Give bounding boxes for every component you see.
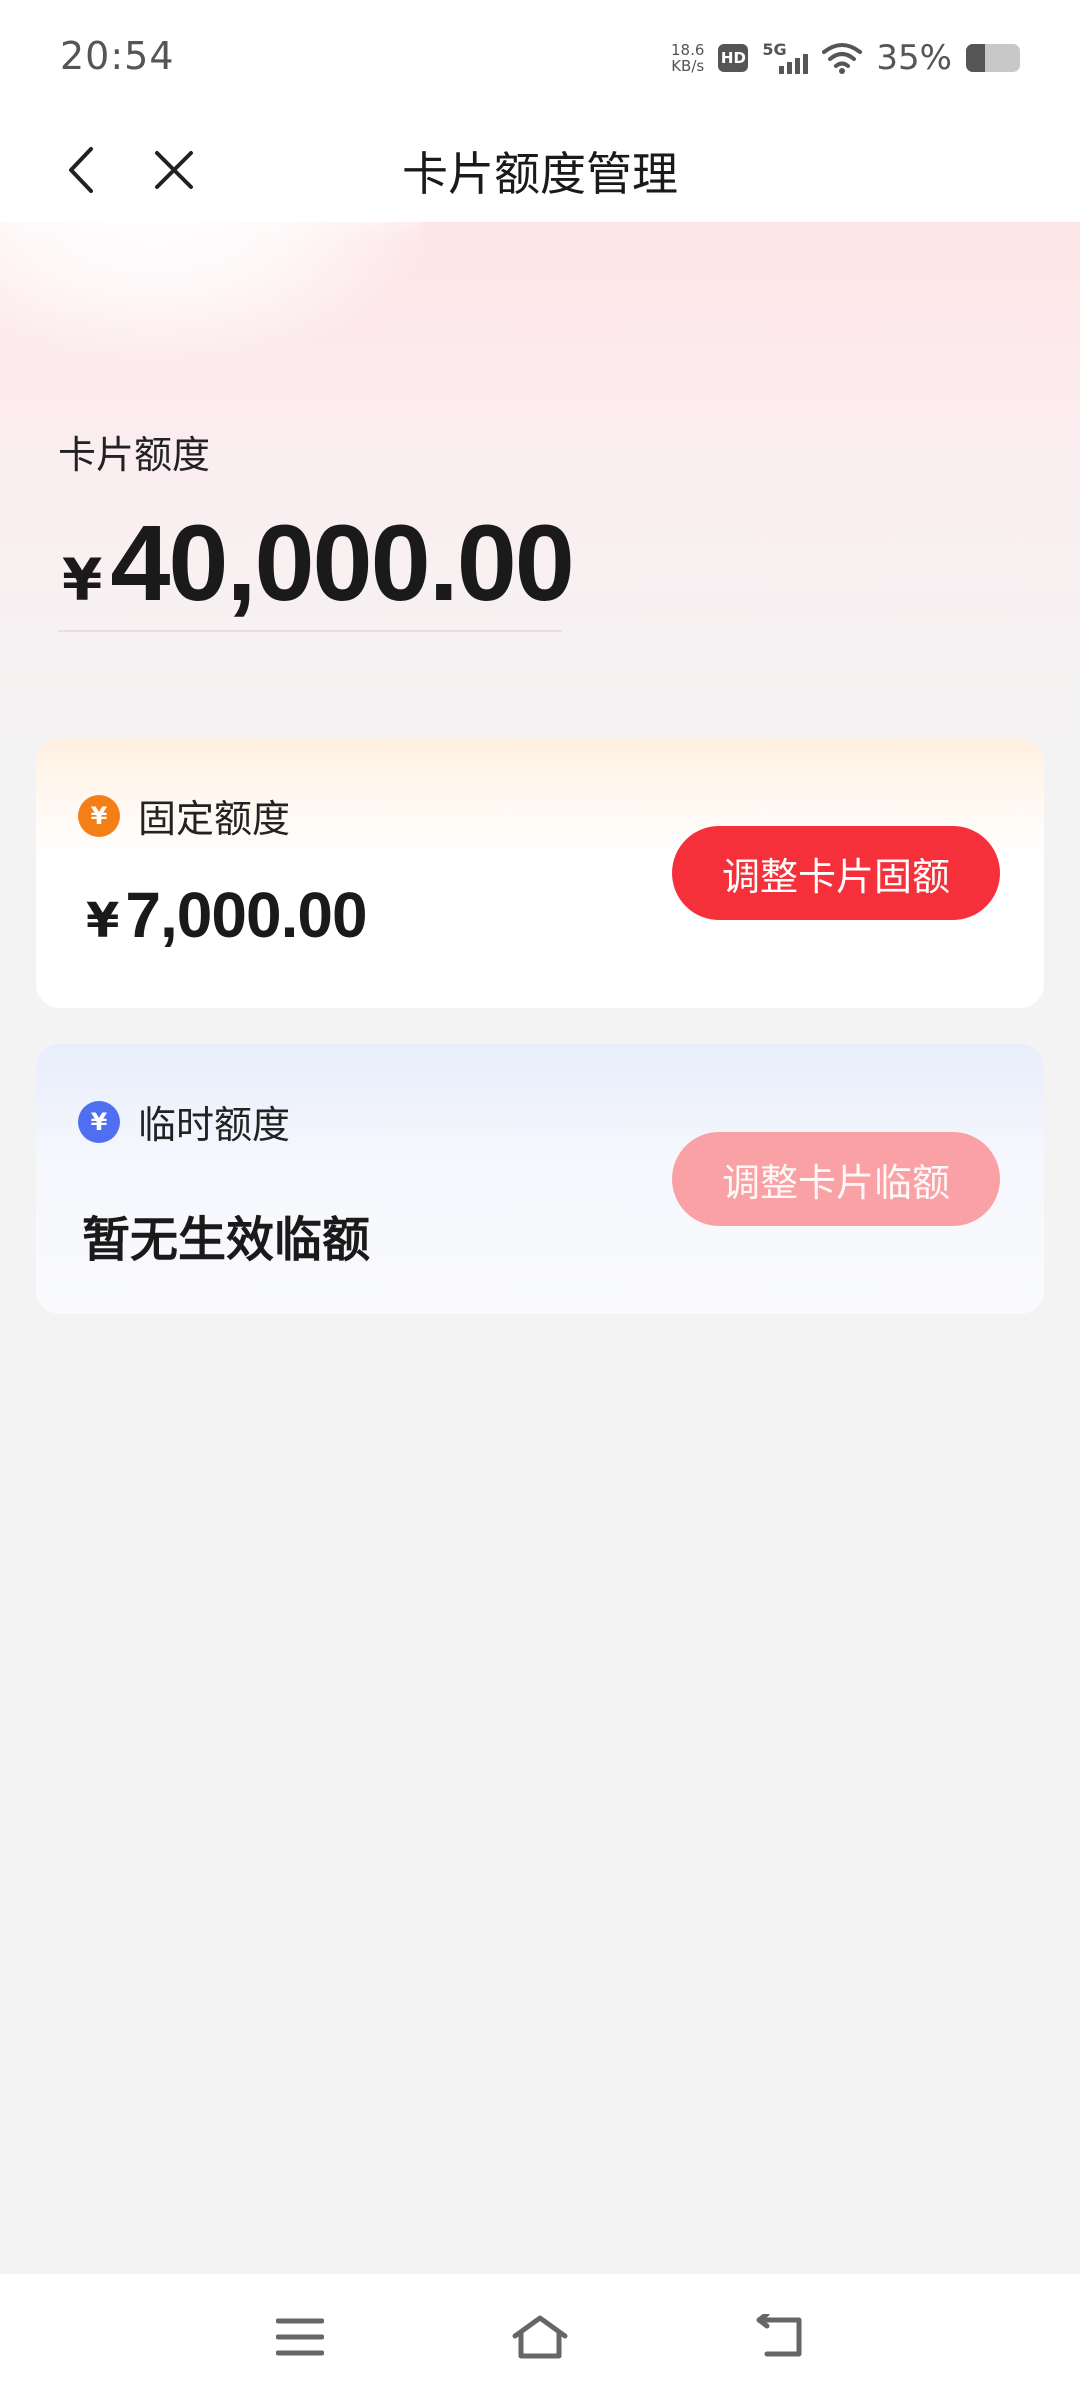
home-button[interactable]: [500, 2304, 580, 2370]
system-navigation-bar: [0, 2274, 1080, 2400]
currency-symbol: ¥: [62, 546, 103, 614]
yuan-coin-icon: ¥: [78, 794, 120, 837]
wifi-icon: [822, 43, 863, 74]
network-speed: 18.6 KB/s: [671, 42, 704, 74]
status-bar: 20:54 18.6 KB/s HD 5G 35%: [0, 0, 1080, 118]
temporary-limit-header: ¥ 临时额度: [78, 1094, 290, 1149]
battery-fill: [966, 44, 985, 72]
home-icon: [512, 2315, 568, 2359]
battery-icon: [966, 44, 1020, 72]
fixed-limit-header: ¥ 固定额度: [78, 788, 290, 843]
adjust-temporary-limit-button[interactable]: 调整卡片临额: [672, 1132, 1000, 1226]
hd-icon: HD: [718, 44, 749, 72]
fixed-limit-card: ¥ 固定额度 ¥ 7,000.00 调整卡片固额: [36, 738, 1044, 1008]
total-limit-label: 卡片额度: [58, 433, 211, 477]
network-speed-value: 18.6: [671, 41, 705, 59]
return-icon: [756, 2314, 802, 2357]
fixed-limit-value: 7,000.00: [125, 879, 367, 951]
temporary-limit-card: ¥ 临时额度 暂无生效临额 调整卡片临额: [36, 1044, 1044, 1314]
total-limit-amount: ¥ 40,000.00: [62, 500, 575, 625]
battery-percent: 35%: [876, 38, 952, 78]
status-time: 20:54: [60, 34, 175, 78]
network-speed-unit: KB/s: [671, 57, 705, 75]
total-limit-value: 40,000.00: [110, 502, 574, 623]
fixed-limit-title: 固定额度: [138, 797, 291, 841]
signal-bars: [779, 54, 809, 74]
nav-bar: 卡片额度管理: [0, 118, 1080, 222]
fixed-limit-amount: ¥ 7,000.00: [86, 878, 368, 952]
temporary-limit-empty-text: 暂无生效临额: [82, 1212, 371, 1268]
menu-button[interactable]: [260, 2304, 340, 2370]
signal-icon: 5G: [762, 40, 809, 76]
adjust-fixed-limit-button[interactable]: 调整卡片固额: [672, 826, 1000, 920]
status-icons: 18.6 KB/s HD 5G 35%: [671, 36, 1020, 80]
return-button[interactable]: [740, 2304, 820, 2370]
divider: [58, 630, 562, 632]
temporary-limit-title: 临时额度: [138, 1103, 291, 1147]
page-title: 卡片额度管理: [402, 147, 678, 201]
currency-symbol: ¥: [86, 893, 120, 949]
menu-icon: [276, 2318, 324, 2356]
yuan-coin-icon: ¥: [78, 1100, 120, 1143]
